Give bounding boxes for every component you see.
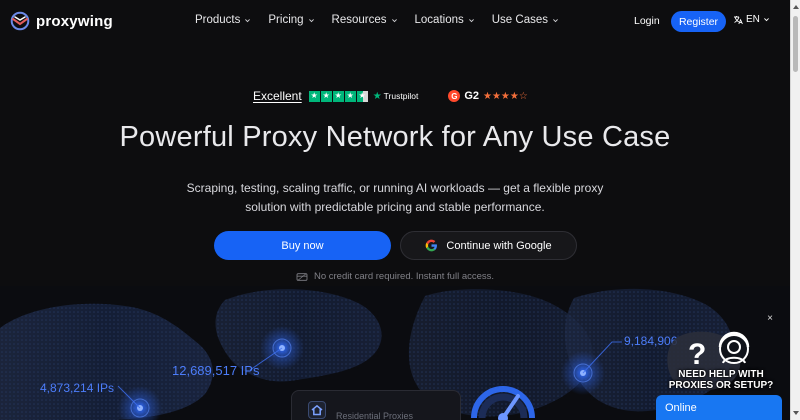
credit-card-icon <box>296 272 308 281</box>
ip-count-1: 4,873,214 IPs <box>40 381 115 395</box>
scrollbar-thumb[interactable] <box>793 16 798 72</box>
home-icon-glyph <box>311 404 323 416</box>
trustpilot-rating[interactable]: Excellent ★ ★ ★ ★ ★ ★ Trustpilot <box>253 89 418 103</box>
main-menu: Products Pricing Resources Locations Use… <box>195 14 559 26</box>
chevron-down-icon <box>308 18 314 22</box>
page-scrollbar[interactable] <box>790 0 800 420</box>
ratings-row: Excellent ★ ★ ★ ★ ★ ★ Trustpilot G G2 ★★… <box>253 89 528 103</box>
scroll-down-icon[interactable] <box>793 411 799 415</box>
translate-icon <box>734 15 743 24</box>
trustpilot-star-icon: ★ <box>308 90 320 102</box>
menu-pricing-label: Pricing <box>268 14 304 26</box>
ip-count-2: 12,689,517 IPs <box>172 363 260 378</box>
chevron-down-icon <box>245 18 251 22</box>
brand-logo[interactable]: proxywing <box>10 11 113 31</box>
google-button-label: Continue with Google <box>446 239 552 252</box>
trustpilot-star-icon: ★ <box>344 90 356 102</box>
scroll-up-icon[interactable] <box>793 5 799 9</box>
menu-use-cases-label: Use Cases <box>491 14 548 26</box>
menu-locations[interactable]: Locations <box>415 14 475 26</box>
g2-label: G2 <box>464 90 479 102</box>
language-label: EN <box>746 14 760 25</box>
chevron-down-icon <box>391 18 397 22</box>
hero-title: Powerful Proxy Network for Any Use Case <box>119 121 671 153</box>
menu-pricing[interactable]: Pricing <box>268 14 314 26</box>
menu-products[interactable]: Products <box>195 14 251 26</box>
help-line-2: PROXIES OR SETUP? <box>668 380 774 391</box>
chevron-down-icon <box>763 18 769 22</box>
online-chat-button[interactable]: Online <box>656 395 782 420</box>
proxy-card-title: Residential Proxies <box>336 411 414 420</box>
hero-subtitle: Scraping, testing, scaling traffic, or r… <box>186 181 604 214</box>
menu-locations-label: Locations <box>414 14 464 26</box>
trustpilot-stars: ★ ★ ★ ★ ★ <box>308 90 368 102</box>
top-navigation: proxywing Products Pricing Resources Loc… <box>0 0 790 42</box>
google-icon <box>426 239 438 252</box>
residential-proxies-card[interactable]: Residential Proxies <box>291 390 461 420</box>
g2-logo-icon: G <box>448 90 461 102</box>
trustpilot-half-star-icon: ★ <box>356 90 368 102</box>
trustpilot-star-icon: ★ <box>320 90 332 102</box>
speed-gauge-icon <box>471 386 535 420</box>
help-line-1: NEED HELP WITH <box>678 369 764 380</box>
continue-with-google-button[interactable]: Continue with Google <box>400 231 577 260</box>
close-icon[interactable]: × <box>765 314 775 324</box>
chevron-down-icon <box>553 18 558 22</box>
brand-name: proxywing <box>36 12 113 30</box>
trustpilot-logo-star-icon: ★ <box>372 90 382 102</box>
trustpilot-logo-text: Trustpilot <box>383 91 419 101</box>
g2-rating[interactable]: G G2 ★★★★☆ <box>448 90 528 102</box>
register-button[interactable]: Register <box>671 11 726 32</box>
g2-stars: ★★★★☆ <box>483 90 528 102</box>
menu-resources-label: Resources <box>331 14 387 26</box>
help-callout-text: NEED HELP WITH PROXIES OR SETUP? <box>660 369 782 391</box>
no-card-text: No credit card required. Instant full ac… <box>313 271 495 282</box>
menu-resources[interactable]: Resources <box>332 14 398 26</box>
menu-use-cases[interactable]: Use Cases <box>492 14 559 26</box>
question-mark-icon: ? <box>688 338 706 371</box>
language-selector[interactable]: EN <box>733 14 770 25</box>
proxywing-logo-icon <box>10 11 30 31</box>
chevron-down-icon <box>468 18 474 22</box>
home-icon <box>308 401 326 419</box>
login-link[interactable]: Login <box>634 15 660 27</box>
trustpilot-logo: ★ Trustpilot <box>373 91 419 102</box>
menu-products-label: Products <box>195 14 241 26</box>
trustpilot-star-icon: ★ <box>332 90 344 102</box>
no-card-note: No credit card required. Instant full ac… <box>0 271 790 282</box>
buy-now-button[interactable]: Buy now <box>214 231 391 260</box>
trustpilot-rating-text: Excellent <box>253 89 302 103</box>
